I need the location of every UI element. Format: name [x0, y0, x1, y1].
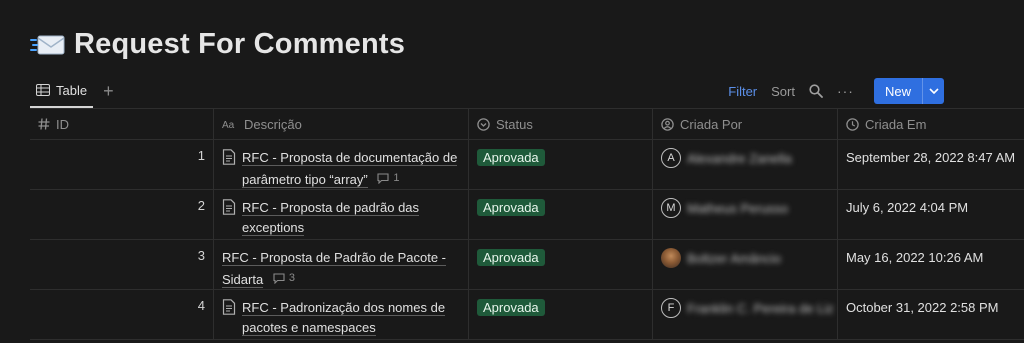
description-link[interactable]: RFC - Padronização dos nomes de — [242, 300, 446, 316]
status-cell[interactable]: Aprovada — [469, 140, 653, 189]
more-options-button[interactable]: ··· — [837, 83, 854, 99]
id-cell: 4 — [30, 290, 214, 339]
person-icon — [661, 117, 674, 131]
table-row[interactable]: 1 RFC - Proposta de documentação de parâ… — [30, 140, 1024, 190]
description-cell[interactable]: RFC - Proposta de Padrão de Pacote - Sid… — [214, 240, 469, 289]
comment-count-value: 3 — [288, 272, 295, 284]
column-header-label: Status — [496, 116, 533, 132]
table-row[interactable]: 4 RFC - Padronização dos nomes de pacote… — [30, 290, 1024, 340]
envelope-incoming-icon — [30, 35, 65, 55]
created-by-cell[interactable]: A Alexandre Zanella — [653, 140, 838, 189]
avatar — [661, 248, 681, 268]
comment-count[interactable]: 3 — [273, 268, 295, 288]
table-row[interactable]: 2 RFC - Proposta de padrão das exception… — [30, 190, 1024, 240]
creator-name: Boltzer Amâncio — [687, 250, 781, 266]
created-at-cell[interactable]: September 28, 2022 8:47 AM — [838, 140, 1024, 189]
status-cell[interactable]: Aprovada — [469, 240, 653, 289]
hash-icon — [38, 118, 50, 130]
document-icon — [222, 149, 236, 165]
new-button-label: New — [884, 83, 911, 99]
document-icon — [222, 299, 236, 315]
description-link[interactable]: RFC - Proposta de documentação de — [242, 150, 458, 166]
status-icon — [477, 117, 490, 131]
tab-table-label: Table — [56, 82, 88, 98]
svg-text:Aa: Aa — [222, 120, 235, 130]
status-badge: Aprovada — [477, 299, 545, 316]
comment-count-value: 1 — [393, 172, 400, 184]
column-header-criada-por[interactable]: Criada Por — [653, 109, 838, 139]
id-cell: 1 — [30, 140, 214, 189]
row-id: 1 — [197, 148, 205, 163]
description-link[interactable]: RFC - Proposta de Padrão de Pacote - — [222, 250, 447, 266]
description-link[interactable]: RFC - Proposta de padrão das — [242, 200, 420, 216]
chevron-down-icon — [928, 88, 939, 94]
avatar: F — [661, 298, 681, 318]
rfc-table: ID Aa Descrição Status Criada Por Criada… — [30, 108, 1024, 343]
created-date: September 28, 2022 8:47 AM — [846, 150, 1016, 165]
column-header-label: Criada Por — [680, 116, 743, 132]
row-id: 2 — [197, 198, 205, 213]
created-date: May 16, 2022 10:26 AM — [846, 250, 984, 265]
column-header-status[interactable]: Status — [469, 109, 653, 139]
avatar: A — [661, 148, 681, 168]
status-badge: Aprovada — [477, 249, 545, 266]
document-icon — [222, 199, 236, 215]
comment-icon — [377, 173, 389, 184]
view-toolbar: Table + Filter Sort ··· New — [30, 74, 944, 108]
created-at-cell[interactable]: May 16, 2022 10:26 AM — [838, 240, 1024, 289]
comment-icon — [273, 273, 285, 284]
table-icon — [36, 84, 50, 96]
created-by-cell[interactable]: F Franklin C. Pereira de Liz — [653, 290, 838, 339]
row-id: 4 — [197, 298, 205, 313]
description-cell[interactable]: RFC - Padronização dos nomes de pacotes … — [214, 290, 469, 339]
creator-name: Franklin C. Pereira de Liz — [687, 300, 834, 316]
row-id: 3 — [197, 248, 205, 263]
status-badge: Aprovada — [477, 199, 545, 216]
status-cell[interactable]: Aprovada — [469, 190, 653, 239]
created-by-cell[interactable]: M Matheus Perusso — [653, 190, 838, 239]
column-header-label: ID — [56, 116, 69, 132]
column-header-descricao[interactable]: Aa Descrição — [214, 109, 469, 139]
text-icon: Aa — [222, 120, 235, 130]
new-button[interactable]: New — [873, 78, 944, 104]
created-by-cell[interactable]: Boltzer Amâncio — [653, 240, 838, 289]
creator-name: Matheus Perusso — [687, 200, 789, 216]
page-title: Request For Comments — [74, 27, 406, 60]
column-header-label: Descrição — [244, 116, 302, 132]
id-cell: 3 — [30, 240, 214, 289]
new-dropdown-button[interactable] — [922, 78, 944, 104]
tab-table-view[interactable]: Table — [30, 74, 94, 108]
add-view-button[interactable]: + — [103, 82, 114, 100]
id-cell: 2 — [30, 190, 214, 239]
column-header-criada-em[interactable]: Criada Em — [838, 109, 1024, 139]
status-cell[interactable]: Aprovada — [469, 290, 653, 339]
created-at-cell[interactable]: July 6, 2022 4:04 PM — [838, 190, 1024, 239]
created-date: July 6, 2022 4:04 PM — [846, 200, 969, 215]
description-link[interactable]: Sidarta — [222, 272, 264, 288]
comment-count[interactable]: 1 — [377, 168, 399, 188]
description-link[interactable]: exceptions — [242, 220, 305, 236]
column-header-id[interactable]: ID — [30, 109, 214, 139]
filter-button[interactable]: Filter — [728, 84, 757, 99]
description-link[interactable]: parâmetro tipo “array” — [242, 172, 368, 188]
sort-button[interactable]: Sort — [771, 84, 795, 99]
status-badge: Aprovada — [477, 149, 545, 166]
table-header: ID Aa Descrição Status Criada Por Criada… — [30, 109, 1024, 140]
page-header: Request For Comments — [30, 24, 405, 64]
description-cell[interactable]: RFC - Proposta de documentação de parâme… — [214, 140, 469, 189]
column-header-label: Criada Em — [865, 116, 927, 132]
description-cell[interactable]: RFC - Proposta de padrão das exceptions — [214, 190, 469, 239]
search-button[interactable] — [809, 84, 823, 98]
created-date: October 31, 2022 2:58 PM — [846, 300, 999, 315]
description-link[interactable]: pacotes e namespaces — [242, 320, 376, 336]
search-icon — [809, 84, 823, 98]
creator-name: Alexandre Zanella — [687, 150, 792, 166]
created-at-cell[interactable]: October 31, 2022 2:58 PM — [838, 290, 1024, 339]
clock-icon — [846, 117, 859, 131]
table-row[interactable]: 3 RFC - Proposta de Padrão de Pacote - S… — [30, 240, 1024, 290]
avatar: M — [661, 198, 681, 218]
